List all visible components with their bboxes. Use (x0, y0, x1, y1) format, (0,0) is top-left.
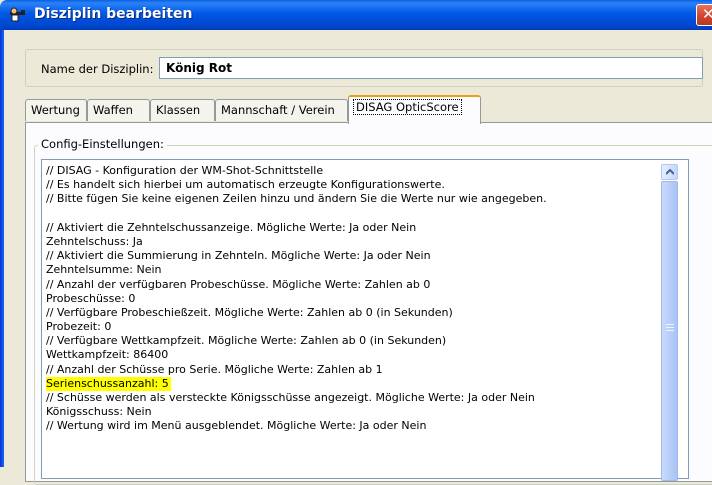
config-line-text: // Aktiviert die Summierung in Zehnteln.… (46, 249, 431, 263)
shooter-icon (9, 7, 27, 23)
config-line: Probeschüsse: 0 (46, 292, 666, 306)
config-legend: Config-Einstellungen: (38, 137, 167, 151)
config-line-text: // Aktiviert die Zehntelschussanzeige. M… (46, 220, 417, 234)
tab-wertung[interactable]: Wertung (25, 99, 87, 121)
config-line: Zehntelsumme: Nein (46, 263, 666, 277)
config-line (46, 207, 666, 221)
window-frame (0, 30, 4, 467)
config-line: // Aktiviert die Summierung in Zehnteln.… (46, 249, 666, 263)
tab-label: Waffen (93, 103, 133, 117)
config-line-text: Wettkampfzeit: 86400 (46, 348, 169, 362)
tab-label: Mannschaft / Verein (221, 103, 335, 117)
config-line: Wettkampfzeit: 86400 (46, 348, 666, 362)
config-line: // Anzahl der Schüsse pro Serie. Möglich… (46, 363, 666, 377)
config-line-text: // Verfügbare Wettkampfzeit. Mögliche We… (46, 334, 447, 348)
config-line: // Verfügbare Wettkampfzeit. Mögliche We… (46, 334, 666, 348)
config-line-text: Probezeit: 0 (46, 320, 112, 334)
config-text: // DISAG - Konfiguration der WM-Shot-Sch… (46, 164, 666, 434)
config-textarea[interactable]: // DISAG - Konfiguration der WM-Shot-Sch… (41, 159, 689, 479)
config-line-text: // Anzahl der verfügbaren Probeschüsse. … (46, 277, 431, 291)
tab-label: Wertung (31, 103, 80, 117)
config-line-text: Probeschüsse: 0 (46, 291, 136, 305)
window-title: Disziplin bearbeiten (34, 6, 193, 22)
config-line: // Anzahl der verfügbaren Probeschüsse. … (46, 278, 666, 292)
config-line-text: Königsschuss: Nein (46, 405, 152, 419)
discipline-name-label: Name der Disziplin: (41, 62, 154, 76)
config-line: // Bitte fügen Sie keine eigenen Zeilen … (46, 192, 666, 206)
title-bar[interactable]: Disziplin bearbeiten ✕ (0, 0, 712, 30)
grip-line (666, 327, 674, 328)
config-line: // Es handelt sich hierbei um automatisc… (46, 178, 666, 192)
grip-line (666, 324, 674, 325)
config-line: Königsschuss: Nein (46, 405, 666, 419)
scroll-up-button[interactable] (661, 164, 678, 180)
config-line: // Verfügbare Probeschießzeit. Mögliche … (46, 306, 666, 320)
config-line-text: Serienschussanzahl: 5 (46, 376, 171, 392)
close-button[interactable]: ✕ (696, 4, 712, 26)
vertical-scrollbar[interactable] (661, 160, 678, 481)
grip-line (666, 330, 674, 331)
config-line-text: // Wertung wird im Menü ausgeblendet. Mö… (46, 419, 427, 433)
config-line: Serienschussanzahl: 5 (46, 376, 666, 392)
tab-klassen[interactable]: Klassen (150, 99, 215, 121)
discipline-name-input[interactable]: König Rot (159, 57, 703, 79)
config-line-text: // Verfügbare Probeschießzeit. Mögliche … (46, 305, 453, 319)
tab-disag-opticscore[interactable]: DISAG OpticScore (348, 95, 481, 124)
tab-label: Klassen (156, 103, 201, 117)
config-line: // Wertung wird im Menü ausgeblendet. Mö… (46, 419, 666, 433)
config-line-text: Zehntelsumme: Nein (46, 263, 162, 277)
config-line: // Aktiviert die Zehntelschussanzeige. M… (46, 221, 666, 235)
config-line-text: // Schüsse werden als versteckte Königss… (46, 391, 535, 404)
config-line: // DISAG - Konfiguration der WM-Shot-Sch… (46, 164, 666, 178)
config-line-text: // Es handelt sich hierbei um automatisc… (46, 178, 445, 192)
tab-mannschaft-verein[interactable]: Mannschaft / Verein (215, 99, 348, 121)
config-line: Zehntelschuss: Ja (46, 235, 666, 249)
tab-waffen[interactable]: Waffen (87, 99, 150, 121)
scroll-thumb[interactable] (661, 181, 678, 481)
config-line-text: // Bitte fügen Sie keine eigenen Zeilen … (46, 192, 547, 206)
config-line-text: // Anzahl der Schüsse pro Serie. Möglich… (46, 362, 383, 376)
close-icon: ✕ (702, 5, 712, 23)
config-line: // Schüsse werden als versteckte Königss… (46, 391, 666, 405)
config-line-text: // DISAG - Konfiguration der WM-Shot-Sch… (46, 164, 324, 177)
config-line-text: Zehntelschuss: Ja (46, 234, 143, 248)
config-line: Probezeit: 0 (46, 320, 666, 334)
chevron-up-icon (666, 169, 674, 175)
tab-label: DISAG OpticScore (353, 99, 462, 115)
